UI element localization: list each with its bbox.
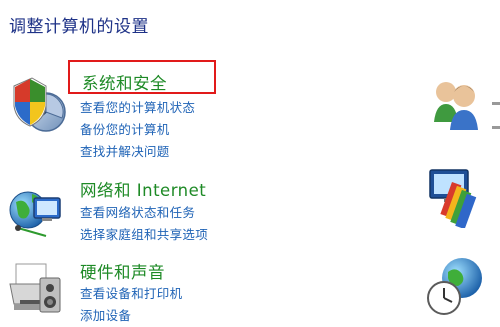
link-view-network-status[interactable]: 查看网络状态和任务 <box>80 205 195 220</box>
category-links: 查看设备和打印机 添加设备 <box>80 282 182 326</box>
category-title-network-internet[interactable]: 网络和 Internet <box>80 177 206 201</box>
link-homegroup-sharing[interactable]: 选择家庭组和共享选项 <box>80 227 208 242</box>
link-view-devices-printers[interactable]: 查看设备和打印机 <box>80 286 182 301</box>
category-links: 查看您的计算机状态 备份您的计算机 查找并解决问题 <box>80 96 195 162</box>
clock-globe-icon[interactable] <box>426 256 490 320</box>
network-globe-icon[interactable] <box>6 180 68 242</box>
link-backup-computer[interactable]: 备份您的计算机 <box>80 122 170 137</box>
link-troubleshoot[interactable]: 查找并解决问题 <box>80 144 170 159</box>
scroll-hint <box>492 102 500 105</box>
link-add-device[interactable]: 添加设备 <box>80 308 131 323</box>
category-title-hardware-sound[interactable]: 硬件和声音 <box>80 259 165 283</box>
shield-security-icon[interactable] <box>6 72 68 134</box>
category-links: 查看网络状态和任务 选择家庭组和共享选项 <box>80 201 208 245</box>
link-view-computer-status[interactable]: 查看您的计算机状态 <box>80 100 195 115</box>
scroll-hint <box>492 126 500 129</box>
highlight-box <box>68 60 216 94</box>
appearance-palette-icon[interactable] <box>426 164 490 230</box>
page-title: 调整计算机的设置 <box>9 17 149 37</box>
user-accounts-icon[interactable] <box>426 72 490 136</box>
printer-icon[interactable] <box>6 260 68 322</box>
